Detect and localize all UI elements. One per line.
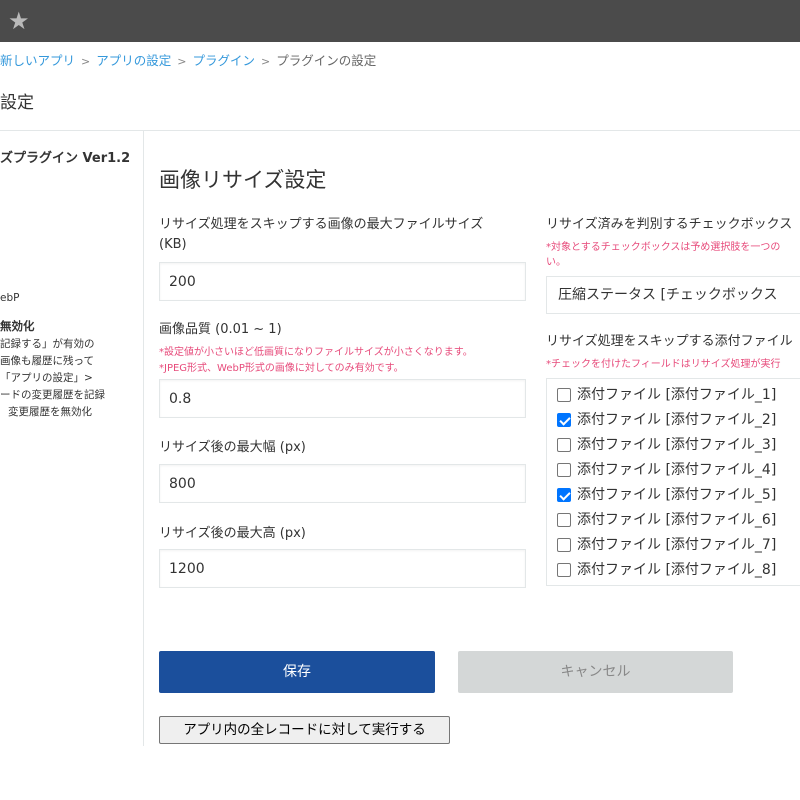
status-checkbox-note: *対象とするチェックボックスは予め選択肢を一つの bbox=[546, 242, 781, 253]
checkbox-label: 添付ファイル [添付ファイル_6] bbox=[577, 512, 777, 528]
checkbox[interactable] bbox=[557, 388, 571, 402]
checkbox[interactable] bbox=[557, 463, 571, 477]
checkbox[interactable] bbox=[557, 538, 571, 552]
run-all-records-button[interactable]: アプリ内の全レコードに対して実行する bbox=[159, 716, 450, 744]
checkbox-label: 添付ファイル [添付ファイル_7] bbox=[577, 537, 777, 553]
checkbox-label: 添付ファイル [添付ファイル_5] bbox=[577, 487, 777, 503]
skip-attachments-label: リサイズ処理をスキップする添付ファイル bbox=[546, 334, 793, 349]
status-checkbox-label: リサイズ済みを判別するチェックボックス bbox=[546, 217, 793, 232]
status-checkbox-select[interactable]: 圧縮ステータス [チェックボックス bbox=[546, 276, 800, 314]
skip-attachments-note: *チェックを付けたフィールドはリサイズ処理が実行 bbox=[546, 359, 781, 370]
checkbox-label: 添付ファイル [添付ファイル_1] bbox=[577, 387, 777, 403]
checkbox[interactable] bbox=[557, 563, 571, 577]
cancel-button[interactable]: キャンセル bbox=[458, 651, 733, 693]
checkbox-label: 添付ファイル [添付ファイル_3] bbox=[577, 437, 777, 453]
status-checkbox-note: い。 bbox=[546, 257, 566, 268]
attachment-checkbox-list: 添付ファイル [添付ファイル_1] 添付ファイル [添付ファイル_2] 添付ファ… bbox=[546, 378, 800, 586]
checkbox-label: 添付ファイル [添付ファイル_8] bbox=[577, 562, 777, 578]
save-button[interactable]: 保存 bbox=[159, 651, 435, 693]
checkbox[interactable] bbox=[557, 413, 571, 427]
checkbox[interactable] bbox=[557, 488, 571, 502]
checkbox-label: 添付ファイル [添付ファイル_2] bbox=[577, 412, 777, 428]
checkbox[interactable] bbox=[557, 513, 571, 527]
checkbox[interactable] bbox=[557, 438, 571, 452]
checkbox-label: 添付ファイル [添付ファイル_4] bbox=[577, 462, 777, 478]
